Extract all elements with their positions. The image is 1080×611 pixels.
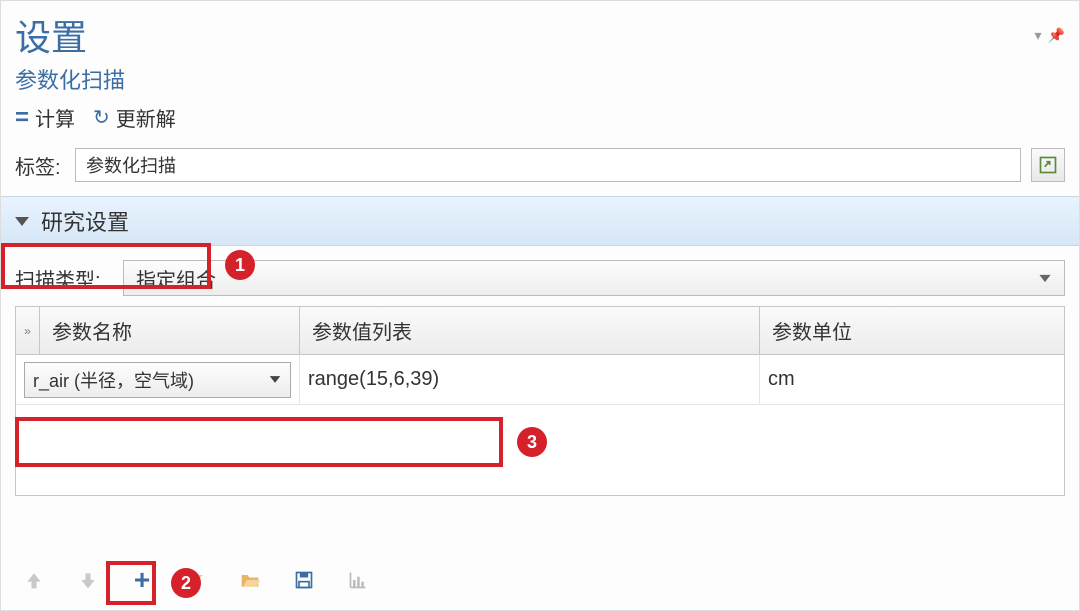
refresh-icon: ↻ xyxy=(93,105,110,130)
th-param-unit: 参数单位 xyxy=(760,307,1064,354)
dropdown-icon[interactable]: ▾ xyxy=(1035,27,1042,44)
label-input[interactable] xyxy=(75,148,1021,182)
section-header[interactable]: 研究设置 xyxy=(1,196,1079,246)
update-button[interactable]: ↻ 更新解 xyxy=(93,103,176,132)
table-header: » 参数名称 参数值列表 参数单位 xyxy=(16,307,1064,355)
param-name-value: r_air (半径，空气域) xyxy=(33,367,194,393)
param-values-cell[interactable]: range(15,6,39) xyxy=(300,355,760,404)
add-button[interactable]: + xyxy=(123,562,161,598)
chart-button[interactable] xyxy=(339,562,377,598)
save-button[interactable] xyxy=(285,562,323,598)
arrow-down-icon xyxy=(78,570,98,590)
compute-button[interactable]: = 计算 xyxy=(15,103,75,132)
table-toolbar: + xyxy=(1,556,1079,604)
update-label: 更新解 xyxy=(116,103,176,132)
compute-icon: = xyxy=(15,104,29,132)
move-up-button[interactable] xyxy=(15,562,53,598)
plus-icon: + xyxy=(134,564,150,596)
delete-icon xyxy=(186,570,206,590)
settings-panel: 设置 ▾ 📌 参数化扫描 = 计算 ↻ 更新解 标签: 研究设置 扫描类型: 指… xyxy=(0,0,1080,611)
scan-type-combo[interactable]: 指定组合 xyxy=(123,260,1065,296)
th-param-values: 参数值列表 xyxy=(300,307,760,354)
compute-label: 计算 xyxy=(35,103,75,132)
scan-type-row: 扫描类型: 指定组合 xyxy=(1,246,1079,306)
table-row[interactable]: r_air (半径，空气域) range(15,6,39) cm xyxy=(16,355,1064,405)
move-down-button[interactable] xyxy=(69,562,107,598)
goto-icon xyxy=(1038,155,1058,175)
param-name-combo[interactable]: r_air (半径，空气域) xyxy=(24,362,291,398)
panel-title: 设置 xyxy=(15,9,87,61)
combo-chevron-icon xyxy=(270,376,281,383)
chart-icon xyxy=(348,570,368,590)
scan-type-caption: 扫描类型: xyxy=(15,264,105,293)
save-icon xyxy=(294,570,314,590)
param-table: » 参数名称 参数值列表 参数单位 r_air (半径，空气域) range(1… xyxy=(15,306,1065,496)
th-param-name: 参数名称 xyxy=(40,307,300,354)
scan-type-value: 指定组合 xyxy=(136,264,216,293)
open-button[interactable] xyxy=(231,562,269,598)
pin-icon[interactable]: 📌 xyxy=(1048,27,1065,44)
combo-chevron-icon xyxy=(1039,274,1050,281)
arrow-up-icon xyxy=(24,570,44,590)
expand-column[interactable]: » xyxy=(16,307,40,354)
panel-title-row: 设置 ▾ 📌 xyxy=(1,1,1079,61)
action-row: = 计算 ↻ 更新解 xyxy=(1,99,1079,142)
folder-open-icon xyxy=(240,570,260,590)
label-side-button[interactable] xyxy=(1031,148,1065,182)
param-unit-cell[interactable]: cm xyxy=(760,355,1064,404)
label-row: 标签: xyxy=(1,142,1079,188)
delete-button[interactable] xyxy=(177,562,215,598)
section-title: 研究设置 xyxy=(41,205,129,237)
panel-subtitle: 参数化扫描 xyxy=(1,61,1079,99)
label-caption: 标签: xyxy=(15,151,65,180)
chevron-down-icon xyxy=(15,217,29,226)
